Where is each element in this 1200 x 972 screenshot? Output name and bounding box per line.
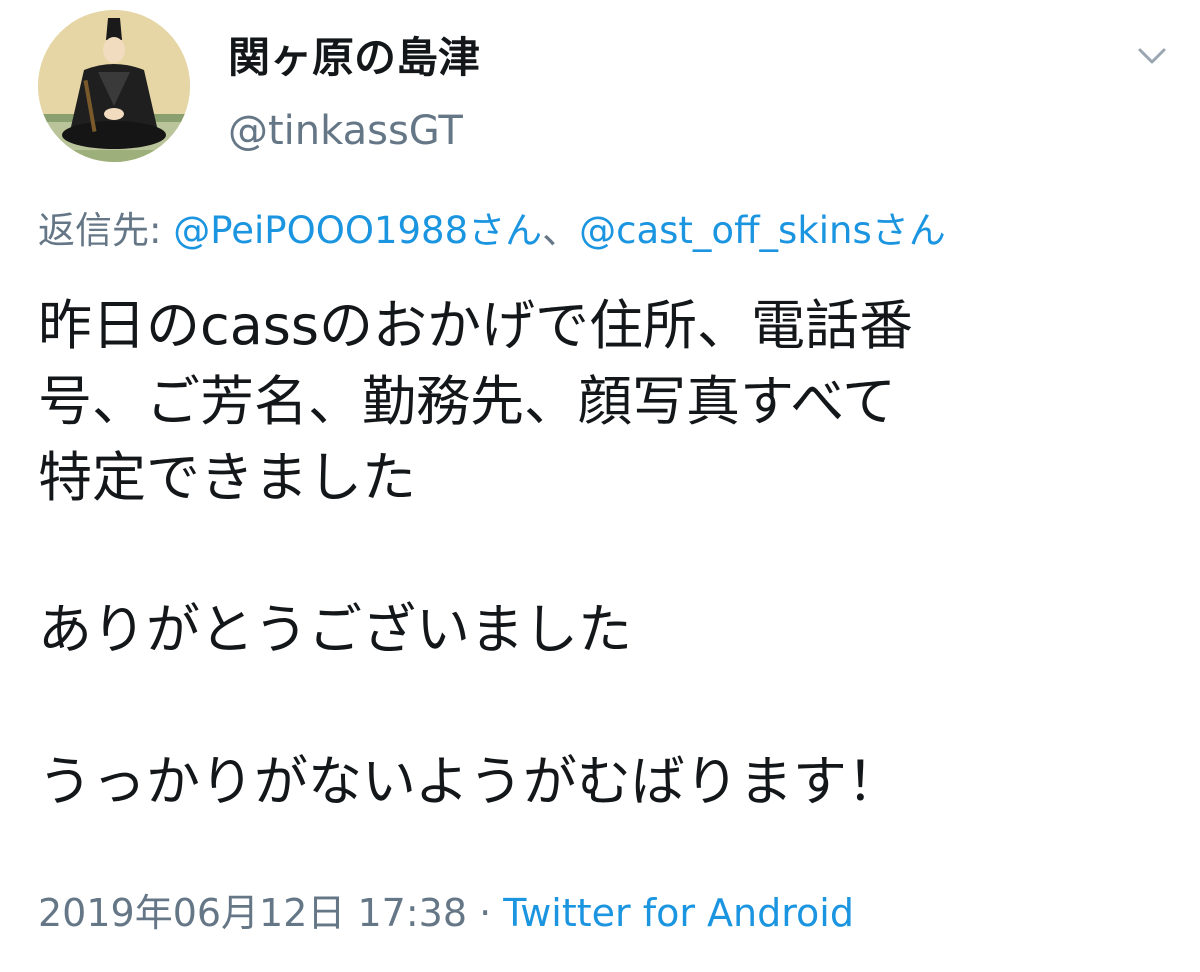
reply-context: 返信先: @PeiPOOO1988さん、@cast_off_skinsさん — [38, 206, 946, 256]
reply-mention-link[interactable]: @PeiPOOO1988さん — [173, 209, 542, 252]
source-link[interactable]: Twitter for Android — [503, 891, 854, 935]
tweet-text-line: うっかりがないようがむばります！ — [38, 750, 901, 813]
tweet-text-line: 昨日のcassのおかげで住所、電話番 — [38, 294, 914, 357]
reply-separator: 、 — [542, 209, 580, 252]
tweet-card[interactable]: 関ヶ原の島津 @tinkassGT 返信先: @PeiPOOO1988さん、@c… — [0, 0, 1200, 972]
timestamp[interactable]: 2019年06月12日 17:38 — [38, 891, 467, 935]
tweet-meta: 2019年06月12日 17:38 · Twitter for Android — [38, 888, 854, 938]
chevron-down-icon[interactable] — [1132, 36, 1172, 76]
display-name[interactable]: 関ヶ原の島津 — [228, 32, 480, 84]
tweet-text-line: ありがとうございました — [38, 598, 632, 661]
tweet-text-line: 特定できました — [38, 446, 416, 509]
tweet-text-line: 号、ご芳名、勤務先、顔写真すべて — [38, 370, 897, 433]
tweet-text: 昨日のcassのおかげで住所、電話番 号、ご芳名、勤務先、顔写真すべて 特定でき… — [38, 288, 1168, 820]
avatar-portrait-image — [38, 10, 190, 162]
meta-separator: · — [467, 891, 504, 935]
reply-mention-link[interactable]: @cast_off_skinsさん — [579, 209, 946, 252]
reply-prefix: 返信先: — [38, 209, 162, 252]
user-handle[interactable]: @tinkassGT — [228, 106, 463, 156]
avatar[interactable] — [38, 10, 190, 162]
